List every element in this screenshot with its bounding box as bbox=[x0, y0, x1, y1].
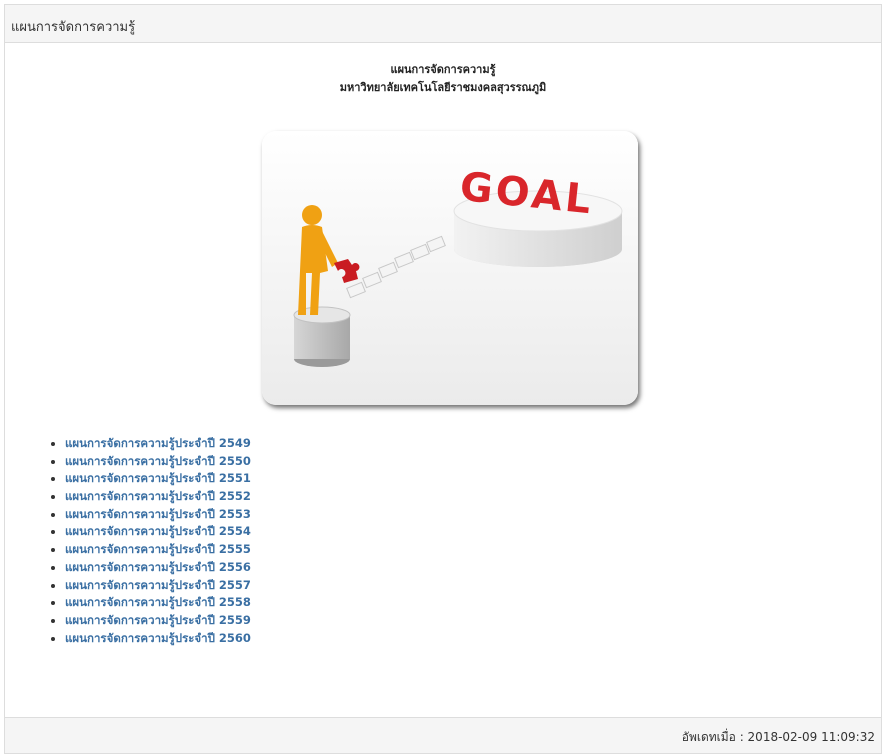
list-item: แผนการจัดการความรู้ประจำปี 2554 bbox=[65, 523, 251, 541]
document-title: แผนการจัดการความรู้ มหาวิทยาลัยเทคโนโลยี… bbox=[5, 61, 881, 97]
plan-link-2552[interactable]: แผนการจัดการความรู้ประจำปี 2552 bbox=[65, 489, 251, 503]
list-item: แผนการจัดการความรู้ประจำปี 2552 bbox=[65, 488, 251, 506]
plan-link-2556[interactable]: แผนการจัดการความรู้ประจำปี 2556 bbox=[65, 560, 251, 574]
list-item: แผนการจัดการความรู้ประจำปี 2556 bbox=[65, 559, 251, 577]
plan-link-2555[interactable]: แผนการจัดการความรู้ประจำปี 2555 bbox=[65, 542, 251, 556]
list-item: แผนการจัดการความรู้ประจำปี 2549 bbox=[65, 435, 251, 453]
list-item: แผนการจัดการความรู้ประจำปี 2558 bbox=[65, 594, 251, 612]
list-item: แผนการจัดการความรู้ประจำปี 2550 bbox=[65, 453, 251, 471]
goal-illustration: GOAL bbox=[262, 131, 638, 405]
plan-link-2557[interactable]: แผนการจัดการความรู้ประจำปี 2557 bbox=[65, 578, 251, 592]
last-updated-text: อัพเดทเมื่อ : 2018-02-09 11:09:32 bbox=[681, 730, 875, 744]
panel-heading: แผนการจัดการความรู้ bbox=[5, 5, 881, 43]
plan-link-2550[interactable]: แผนการจัดการความรู้ประจำปี 2550 bbox=[65, 454, 251, 468]
list-item: แผนการจัดการความรู้ประจำปี 2560 bbox=[65, 630, 251, 648]
list-item: แผนการจัดการความรู้ประจำปี 2559 bbox=[65, 612, 251, 630]
panel-body: แผนการจัดการความรู้ มหาวิทยาลัยเทคโนโลยี… bbox=[5, 43, 881, 717]
list-item: แผนการจัดการความรู้ประจำปี 2553 bbox=[65, 506, 251, 524]
plan-link-2559[interactable]: แผนการจัดการความรู้ประจำปี 2559 bbox=[65, 613, 251, 627]
plan-link-2551[interactable]: แผนการจัดการความรู้ประจำปี 2551 bbox=[65, 471, 251, 485]
plan-link-2554[interactable]: แผนการจัดการความรู้ประจำปี 2554 bbox=[65, 524, 251, 538]
knowledge-plan-panel: แผนการจัดการความรู้ แผนการจัดการความรู้ … bbox=[4, 4, 882, 754]
plan-link-2560[interactable]: แผนการจัดการความรู้ประจำปี 2560 bbox=[65, 631, 251, 645]
list-item: แผนการจัดการความรู้ประจำปี 2555 bbox=[65, 541, 251, 559]
yearly-plan-link-list: แผนการจัดการความรู้ประจำปี 2549 แผนการจั… bbox=[29, 435, 251, 647]
list-item: แผนการจัดการความรู้ประจำปี 2557 bbox=[65, 577, 251, 595]
panel-footer: อัพเดทเมื่อ : 2018-02-09 11:09:32 bbox=[5, 717, 881, 753]
document-title-line1: แผนการจัดการความรู้ bbox=[390, 63, 496, 76]
plan-link-2558[interactable]: แผนการจัดการความรู้ประจำปี 2558 bbox=[65, 595, 251, 609]
plan-link-2549[interactable]: แผนการจัดการความรู้ประจำปี 2549 bbox=[65, 436, 251, 450]
document-title-line2: มหาวิทยาลัยเทคโนโลยีราชมงคลสุวรรณภูมิ bbox=[339, 81, 547, 94]
plan-link-2553[interactable]: แผนการจัดการความรู้ประจำปี 2553 bbox=[65, 507, 251, 521]
list-item: แผนการจัดการความรู้ประจำปี 2551 bbox=[65, 470, 251, 488]
goal-illustration-svg: GOAL bbox=[262, 131, 638, 405]
